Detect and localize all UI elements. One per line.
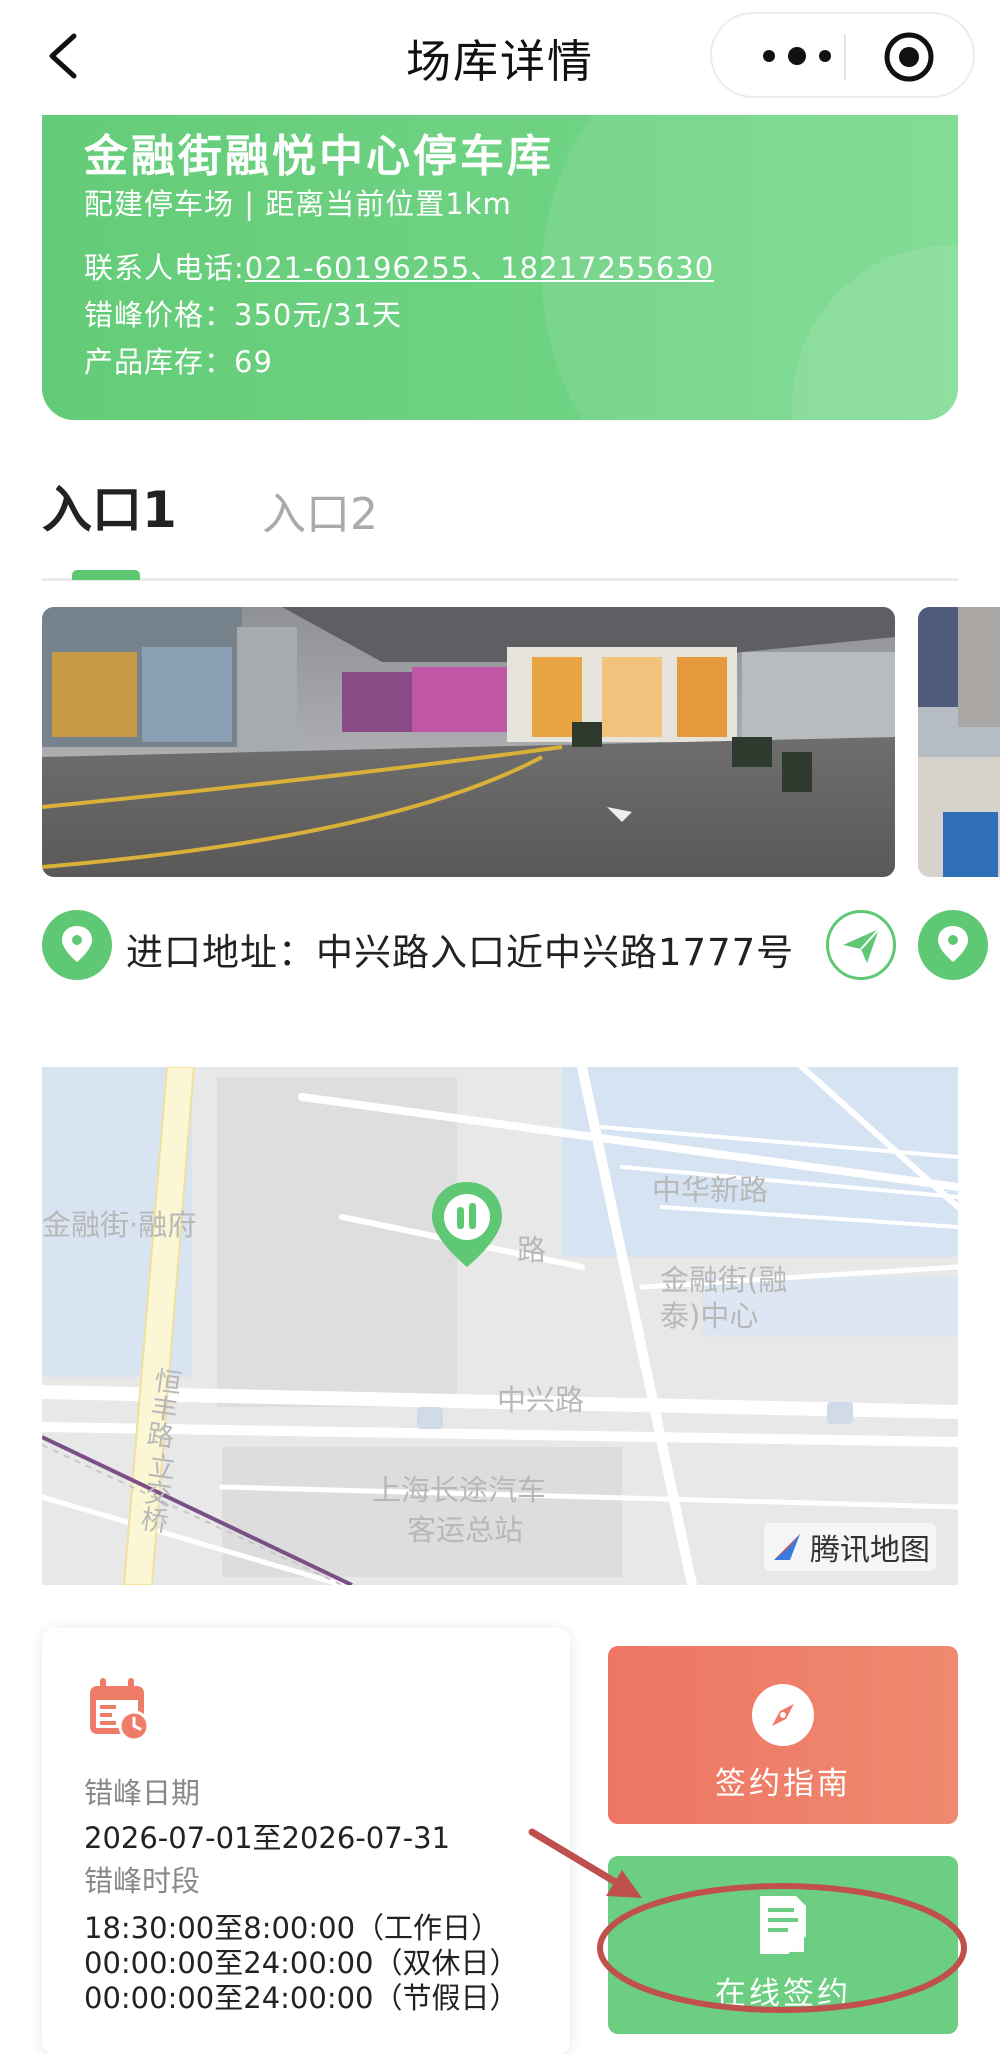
map-label: 客运总站	[407, 1513, 524, 1547]
compass-icon	[752, 1684, 814, 1746]
price-value: 350元/31天	[234, 298, 403, 332]
location-map[interactable]: 金融街·融府 中华新路 金融街(融 泰)中心 中兴路 恒丰路 立交桥 上海长途汽…	[42, 1067, 958, 1585]
price-label: 错峰价格：	[84, 298, 235, 332]
stock-row: 产品库存：69	[84, 339, 273, 381]
more-icon[interactable]	[747, 41, 847, 71]
map-label: 泰)中心	[660, 1299, 759, 1333]
map-label: 路	[517, 1233, 547, 1267]
tab-divider	[42, 578, 958, 581]
location-pin-icon	[42, 910, 112, 980]
map-label: 中华新路	[652, 1173, 769, 1207]
signing-guide-button[interactable]: 签约指南	[608, 1646, 958, 1824]
map-provider-name: 腾讯地图	[810, 1533, 930, 1568]
time-label: 错峰时段	[84, 1864, 201, 1898]
entrance-photo-2[interactable]	[918, 607, 1000, 877]
close-target-icon[interactable]	[882, 30, 936, 84]
schedule-card: 错峰日期 2026-07-01至2026-07-31 错峰时段 18:30:00…	[42, 1628, 570, 2054]
parking-lot-subtitle: 配建停车场 | 距离当前位置1km	[84, 187, 512, 221]
calendar-icon	[90, 1678, 150, 1742]
date-label: 错峰日期	[84, 1776, 201, 1810]
map-label: 金融街·融府	[42, 1208, 197, 1242]
map-label: 上海长途汽车	[372, 1473, 547, 1507]
price-row: 错峰价格：350元/31天	[84, 292, 402, 334]
capsule-divider	[844, 34, 846, 80]
active-tab-indicator	[72, 570, 140, 580]
navigate-arrow-icon[interactable]	[826, 910, 896, 980]
parking-info-card: 金融街融悦中心停车库 配建停车场 | 距离当前位置1km 联系人电话:021-6…	[42, 115, 958, 420]
tab-entrance-1[interactable]: 入口1	[42, 470, 177, 542]
stock-label: 产品库存：	[84, 345, 235, 379]
entrance-photo[interactable]	[42, 607, 895, 877]
online-signing-button[interactable]: 在线签约	[608, 1856, 958, 2034]
contact-phone-link[interactable]: 021-60196255、18217255630	[245, 251, 714, 285]
map-provider-logo: 腾讯地图	[764, 1523, 936, 1571]
map-label: 中兴路	[497, 1383, 585, 1417]
miniprogram-capsule	[710, 12, 975, 98]
tencent-map-icon	[774, 1534, 800, 1560]
online-signing-label: 在线签约	[715, 1976, 851, 2012]
top-navigation-bar: 场库详情	[0, 0, 1000, 115]
tab-entrance-2[interactable]: 入口2	[262, 478, 378, 542]
signing-guide-label: 签约指南	[715, 1766, 851, 1802]
contact-row: 联系人电话:021-60196255、18217255630	[84, 245, 714, 287]
date-value: 2026-07-01至2026-07-31	[84, 1821, 451, 1855]
document-icon	[760, 1896, 806, 1954]
time-value-holiday: 00:00:00至24:00:00（节假日）	[84, 1981, 519, 2015]
entrance-address: 进口地址：中兴路入口近中兴路1777号	[126, 931, 795, 974]
parking-lot-name: 金融街融悦中心停车库	[84, 131, 554, 182]
location-pin-icon[interactable]	[918, 910, 988, 980]
stock-value: 69	[234, 345, 273, 379]
contact-label: 联系人电话:	[84, 251, 245, 285]
